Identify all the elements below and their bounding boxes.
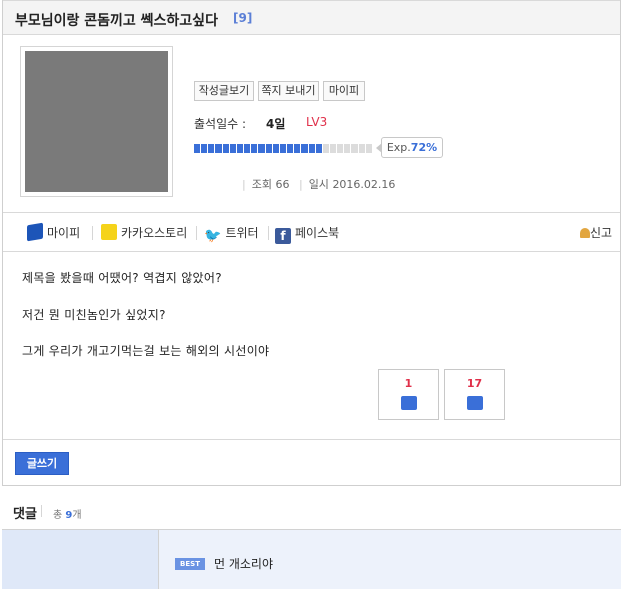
exp-segment — [194, 144, 201, 153]
exp-percent: 72% — [410, 141, 438, 154]
post-body-line: 저건 뭔 미친놈인가 싶었지? — [22, 308, 166, 322]
thumbs-up-icon — [400, 396, 417, 410]
send-message-button[interactable]: 쪽지 보내기 — [258, 81, 319, 101]
attendance-value: 4일 — [266, 117, 286, 131]
exp-segment — [337, 144, 344, 153]
exp-segment — [315, 144, 322, 153]
share-bar: 마이피 카카오스토리 🐦 트위터 f 페이스북 신고 — [3, 212, 620, 252]
exp-segment — [258, 144, 265, 153]
share-twitter-label: 트위터 — [225, 226, 259, 240]
exp-segment — [322, 144, 329, 153]
exp-segment — [215, 144, 222, 153]
exp-segment — [272, 144, 279, 153]
exp-label: Exp. — [386, 141, 411, 154]
post-title: 부모님이랑 콘돔끼고 쎅스하고싶다 — [15, 13, 218, 29]
exp-segment — [329, 144, 337, 153]
post-body-line: 제목을 봤을때 어땠어? 역겹지 않았어? — [22, 271, 222, 285]
date-label: 일시 — [308, 178, 329, 191]
exp-segment — [265, 144, 272, 153]
share-facebook[interactable]: f 페이스북 — [275, 224, 340, 244]
comment-count-tag[interactable]: [9] — [233, 11, 252, 25]
comment-text: 먼 개소리야 — [214, 557, 274, 571]
meta-divider: | — [298, 178, 303, 191]
date-value: 2016.02.16 — [332, 178, 396, 191]
downvote-count: 17 — [466, 377, 483, 390]
view-posts-button[interactable]: 작성글보기 — [194, 81, 254, 101]
share-kakaostory[interactable]: 카카오스토리 — [101, 224, 187, 242]
author-avatar[interactable] — [20, 46, 173, 197]
exp-segment — [301, 144, 308, 153]
exp-segment — [244, 144, 251, 153]
exp-segment — [358, 144, 365, 153]
exp-segment — [222, 144, 229, 153]
post-title-bar: 부모님이랑 콘돔끼고 쎅스하고싶다 [9] — [3, 0, 620, 35]
share-facebook-label: 페이스북 — [295, 226, 340, 240]
exp-tooltip: Exp.72% — [381, 137, 443, 158]
avatar-image — [25, 51, 168, 192]
write-area: 글쓰기 — [3, 439, 620, 485]
comment-author-panel — [2, 530, 159, 589]
meta-divider: | — [242, 178, 246, 191]
twitter-icon: 🐦 — [204, 228, 222, 244]
best-comment: BEST 먼 개소리야 — [2, 529, 621, 589]
exp-segment — [251, 144, 258, 153]
comments-total-label: 총 — [53, 510, 63, 521]
views-label: 조회 — [251, 178, 272, 191]
post-container: 부모님이랑 콘돔끼고 쎅스하고싶다 [9] 작성글보기 쪽지 보내기 마이피 출… — [2, 0, 621, 486]
share-divider — [268, 226, 269, 240]
attendance-label: 출석일수 : — [194, 117, 247, 131]
comments-total: 총 9개 — [53, 506, 82, 521]
post-meta: | 조회 66 | 일시 2016.02.16 — [236, 176, 395, 192]
share-divider — [92, 226, 93, 240]
exp-segment — [351, 144, 358, 153]
best-badge: BEST — [175, 558, 205, 570]
exp-segment — [279, 144, 287, 153]
comments-divider — [41, 505, 42, 517]
report-label: 신고 — [590, 226, 613, 240]
exp-segment — [287, 144, 294, 153]
post-body-line: 그게 우리가 개고기먹는걸 보는 해외의 시선이야 — [22, 344, 270, 358]
level-badge: LV3 — [306, 115, 328, 129]
comments-heading: 댓글 — [13, 507, 37, 522]
exp-segment — [365, 144, 372, 153]
mypi-icon — [27, 222, 43, 242]
thumbs-down-icon — [466, 396, 483, 410]
downvote-button[interactable]: 17 — [444, 369, 505, 420]
siren-icon — [580, 228, 590, 238]
exp-segment — [229, 144, 236, 153]
share-kakao-label: 카카오스토리 — [121, 226, 188, 240]
comments-total-unit: 개 — [72, 510, 82, 521]
views-value: 66 — [275, 178, 290, 191]
share-mypi-label: 마이피 — [47, 226, 81, 240]
facebook-icon: f — [275, 228, 291, 244]
exp-segment — [308, 144, 315, 153]
share-divider — [196, 226, 197, 240]
share-twitter[interactable]: 🐦 트위터 — [204, 224, 259, 244]
kakaostory-icon — [101, 224, 117, 240]
write-post-button[interactable]: 글쓰기 — [15, 452, 69, 475]
exp-segment — [236, 144, 244, 153]
share-mypi[interactable]: 마이피 — [27, 222, 81, 242]
exp-segment — [208, 144, 215, 153]
upvote-count: 1 — [404, 377, 413, 390]
upvote-button[interactable]: 1 — [378, 369, 439, 420]
exp-segment — [344, 144, 351, 153]
exp-segment — [294, 144, 301, 153]
mypi-button[interactable]: 마이피 — [323, 81, 365, 101]
report-button[interactable]: 신고 — [580, 224, 612, 241]
exp-segment — [201, 144, 208, 153]
exp-progress-bar — [194, 144, 372, 153]
